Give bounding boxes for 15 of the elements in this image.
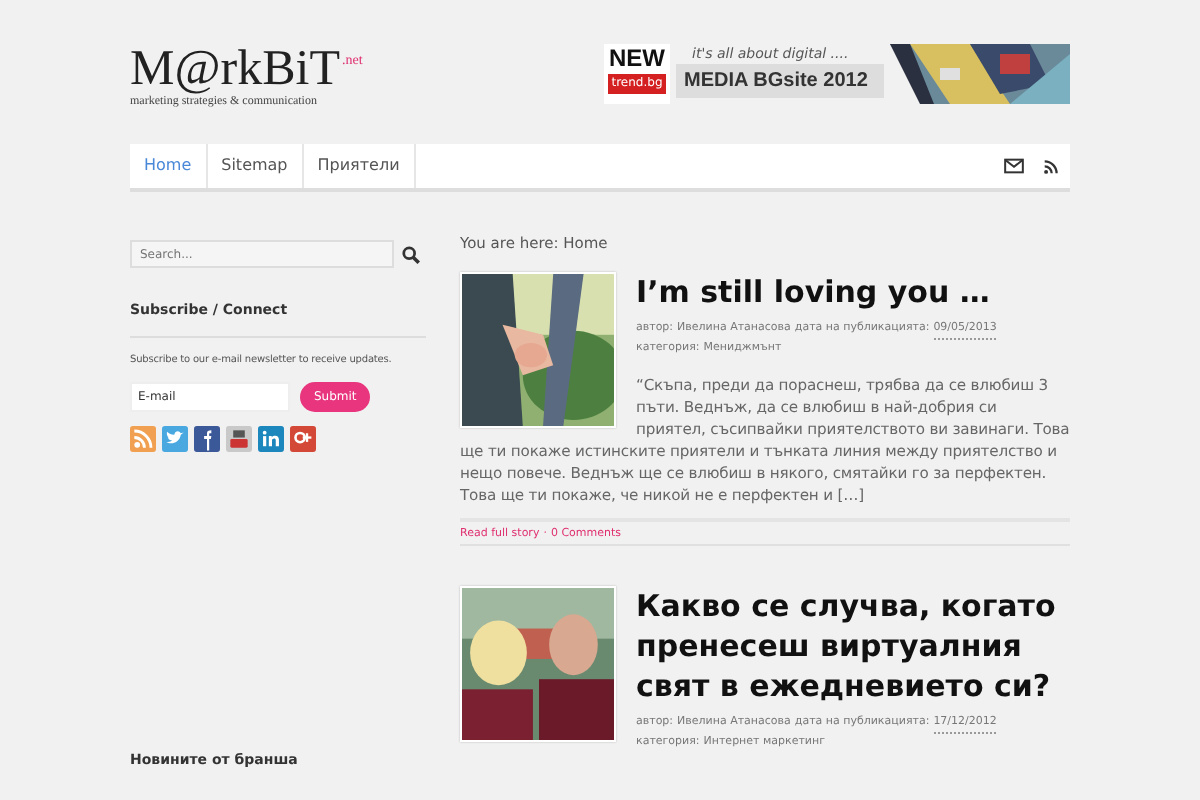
- banner-badge-text: NEW: [609, 44, 665, 74]
- post-title[interactable]: I’m still loving you …: [636, 272, 1070, 312]
- banner-title: MEDIA BGsite 2012: [676, 64, 884, 98]
- tv-icon[interactable]: [226, 426, 252, 452]
- linkedin-icon[interactable]: [258, 426, 284, 452]
- nav-tab[interactable]: Home: [130, 144, 208, 188]
- rss-icon[interactable]: [1044, 159, 1058, 173]
- facebook-icon[interactable]: [194, 426, 220, 452]
- mail-icon[interactable]: [1004, 158, 1024, 174]
- nav-tab[interactable]: Sitemap: [207, 144, 304, 188]
- logo-wordmark[interactable]: M@rkBiT: [130, 44, 340, 96]
- search-icon[interactable]: [402, 245, 420, 263]
- nav-tab[interactable]: Приятели: [303, 144, 416, 188]
- post-title[interactable]: Какво се случва, когато пренесеш виртуалния свят в ежедневието си?: [636, 586, 1070, 706]
- google-plus-icon[interactable]: [290, 426, 316, 452]
